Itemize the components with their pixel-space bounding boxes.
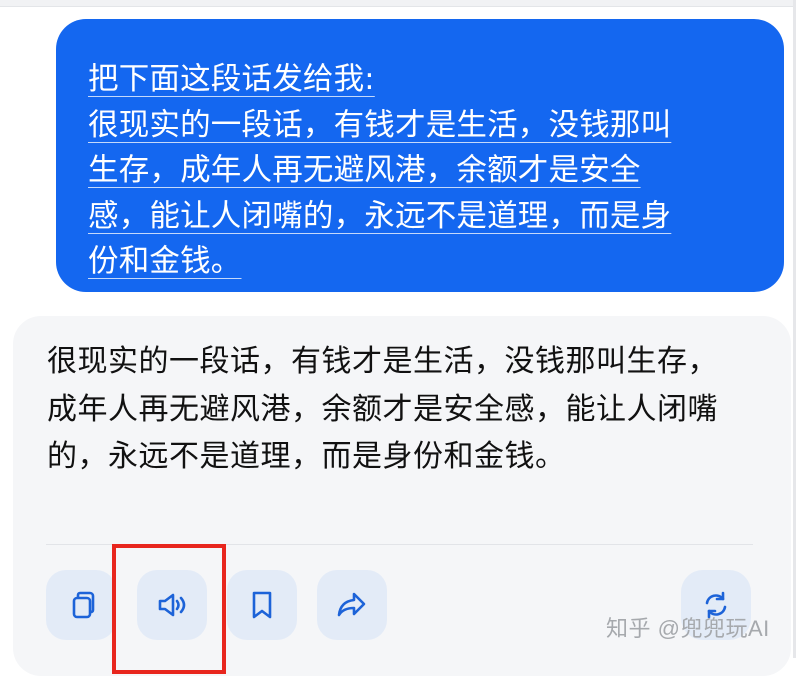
user-instruction: 把下面这段话发给我: [88,62,375,97]
share-button[interactable] [317,570,387,640]
top-divider [0,0,796,7]
user-line-1: 很现实的一段话，有钱才是生活，没钱那叫 [88,107,672,143]
user-line-3: 感，能让人闭嘴的，永远不是道理，而是身 [88,198,672,234]
bookmark-icon [252,591,272,619]
copy-icon [72,591,95,619]
highlight-annotation [112,544,226,674]
user-message-text: 把下面这段话发给我: 很现实的一段话，有钱才是生活，没钱那叫 生存，成年人再无避风港… [88,57,748,285]
copy-button[interactable] [46,570,116,640]
assistant-reply-text: 很现实的一段话，有钱才是生活，没钱那叫生存，成年人再无避风港，余额才是安全感，能… [47,344,718,474]
share-icon [337,592,366,617]
user-line-2: 生存，成年人再无避风港，余额才是安全 [88,153,641,188]
watermark: 知乎 @兜兜玩AI [606,616,770,641]
user-line-4: 份和金钱。 [88,244,242,279]
user-message-bubble: 把下面这段话发给我: 很现实的一段话，有钱才是生活，没钱那叫 生存，成年人再无避风港… [56,19,784,292]
bookmark-button[interactable] [227,570,297,640]
